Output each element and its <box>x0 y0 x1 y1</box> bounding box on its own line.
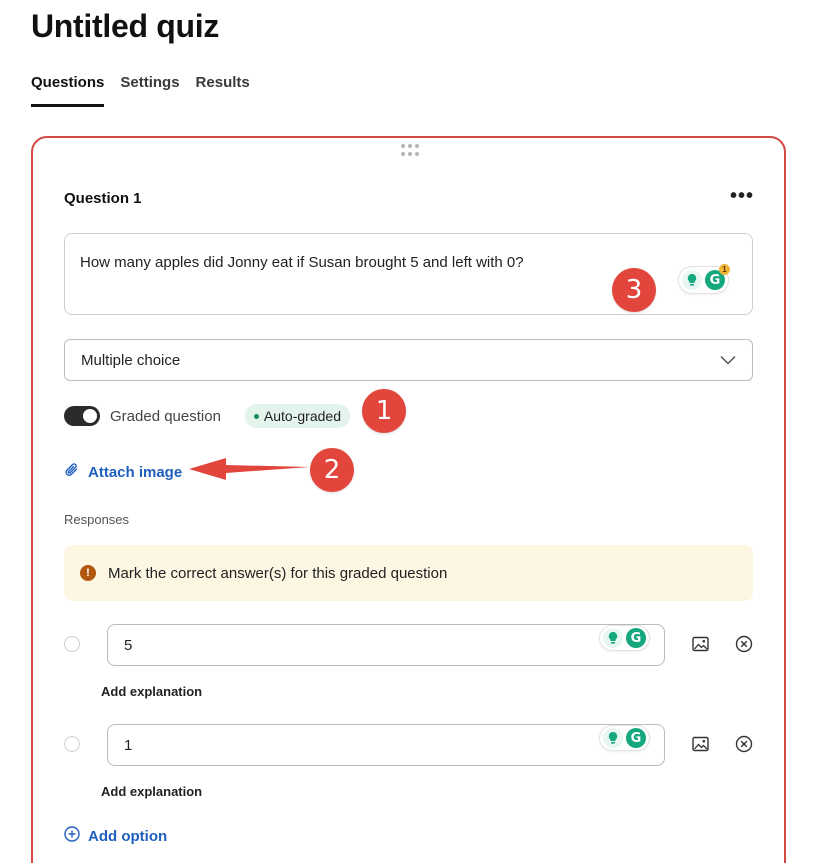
more-options-icon[interactable]: ••• <box>730 186 754 206</box>
graded-row: Graded question Auto-graded <box>64 404 350 428</box>
auto-graded-badge: Auto-graded <box>244 404 350 428</box>
drag-handle-icon[interactable] <box>401 144 419 156</box>
lightbulb-icon <box>682 270 702 290</box>
add-option-label: Add option <box>88 827 168 845</box>
graded-notice: ! Mark the correct answer(s) for this gr… <box>64 545 753 601</box>
question-text: How many apples did Jonny eat if Susan b… <box>80 254 524 271</box>
correct-answer-radio[interactable] <box>64 636 80 652</box>
question-type-select[interactable]: Multiple choice <box>64 339 753 381</box>
auto-graded-label: Auto-graded <box>263 408 341 424</box>
status-dot-icon <box>253 413 259 419</box>
warning-icon: ! <box>80 565 96 581</box>
grammarly-widget[interactable]: G 1 <box>679 264 730 293</box>
remove-option-icon[interactable] <box>735 735 753 758</box>
annotation-marker-3: 3 <box>612 268 656 312</box>
grammarly-g-icon: G <box>626 728 646 748</box>
responses-label: Responses <box>64 512 130 527</box>
annotation-marker-2: 2 <box>310 448 354 492</box>
correct-answer-radio[interactable] <box>64 736 80 752</box>
notice-text: Mark the correct answer(s) for this grad… <box>108 564 448 582</box>
tab-questions[interactable]: Questions <box>31 74 105 107</box>
add-option-button[interactable]: Add option <box>64 826 167 846</box>
graded-label: Graded question <box>110 407 221 425</box>
question-title: Question 1 <box>64 190 142 207</box>
add-explanation-link[interactable]: Add explanation <box>101 684 202 699</box>
lightbulb-icon <box>603 628 623 648</box>
add-image-icon[interactable] <box>692 736 709 757</box>
remove-option-icon[interactable] <box>735 635 753 658</box>
graded-toggle[interactable] <box>64 406 100 426</box>
question-card: Question 1 ••• How many apples did Jonny… <box>31 136 786 863</box>
option-value: 1 <box>124 736 133 754</box>
option-input[interactable]: 1 <box>107 724 665 766</box>
add-image-icon[interactable] <box>692 636 709 657</box>
page-title: Untitled quiz <box>31 8 220 44</box>
annotation-marker-1: 1 <box>362 389 406 433</box>
lightbulb-icon <box>603 728 623 748</box>
option-value: 5 <box>124 636 133 654</box>
grammarly-widget[interactable]: G <box>600 726 649 750</box>
tab-results[interactable]: Results <box>196 74 250 107</box>
question-type-value: Multiple choice <box>81 351 181 369</box>
annotation-arrow-icon <box>189 458 310 480</box>
tab-settings[interactable]: Settings <box>120 74 179 107</box>
option-row: 1 G <box>64 724 764 766</box>
attach-image-label: Attach image <box>88 463 183 481</box>
chevron-down-icon <box>720 352 736 369</box>
tab-bar: Questions Settings Results <box>31 74 250 107</box>
grammarly-g-icon: G <box>626 628 646 648</box>
paperclip-icon <box>64 462 80 482</box>
add-explanation-link[interactable]: Add explanation <box>101 784 202 799</box>
option-row: 5 G <box>64 624 764 666</box>
grammarly-widget[interactable]: G <box>600 626 649 650</box>
option-input[interactable]: 5 <box>107 624 665 666</box>
plus-circle-icon <box>64 826 80 846</box>
attach-image-button[interactable]: Attach image <box>64 462 182 482</box>
grammarly-count-badge: 1 <box>719 264 730 275</box>
